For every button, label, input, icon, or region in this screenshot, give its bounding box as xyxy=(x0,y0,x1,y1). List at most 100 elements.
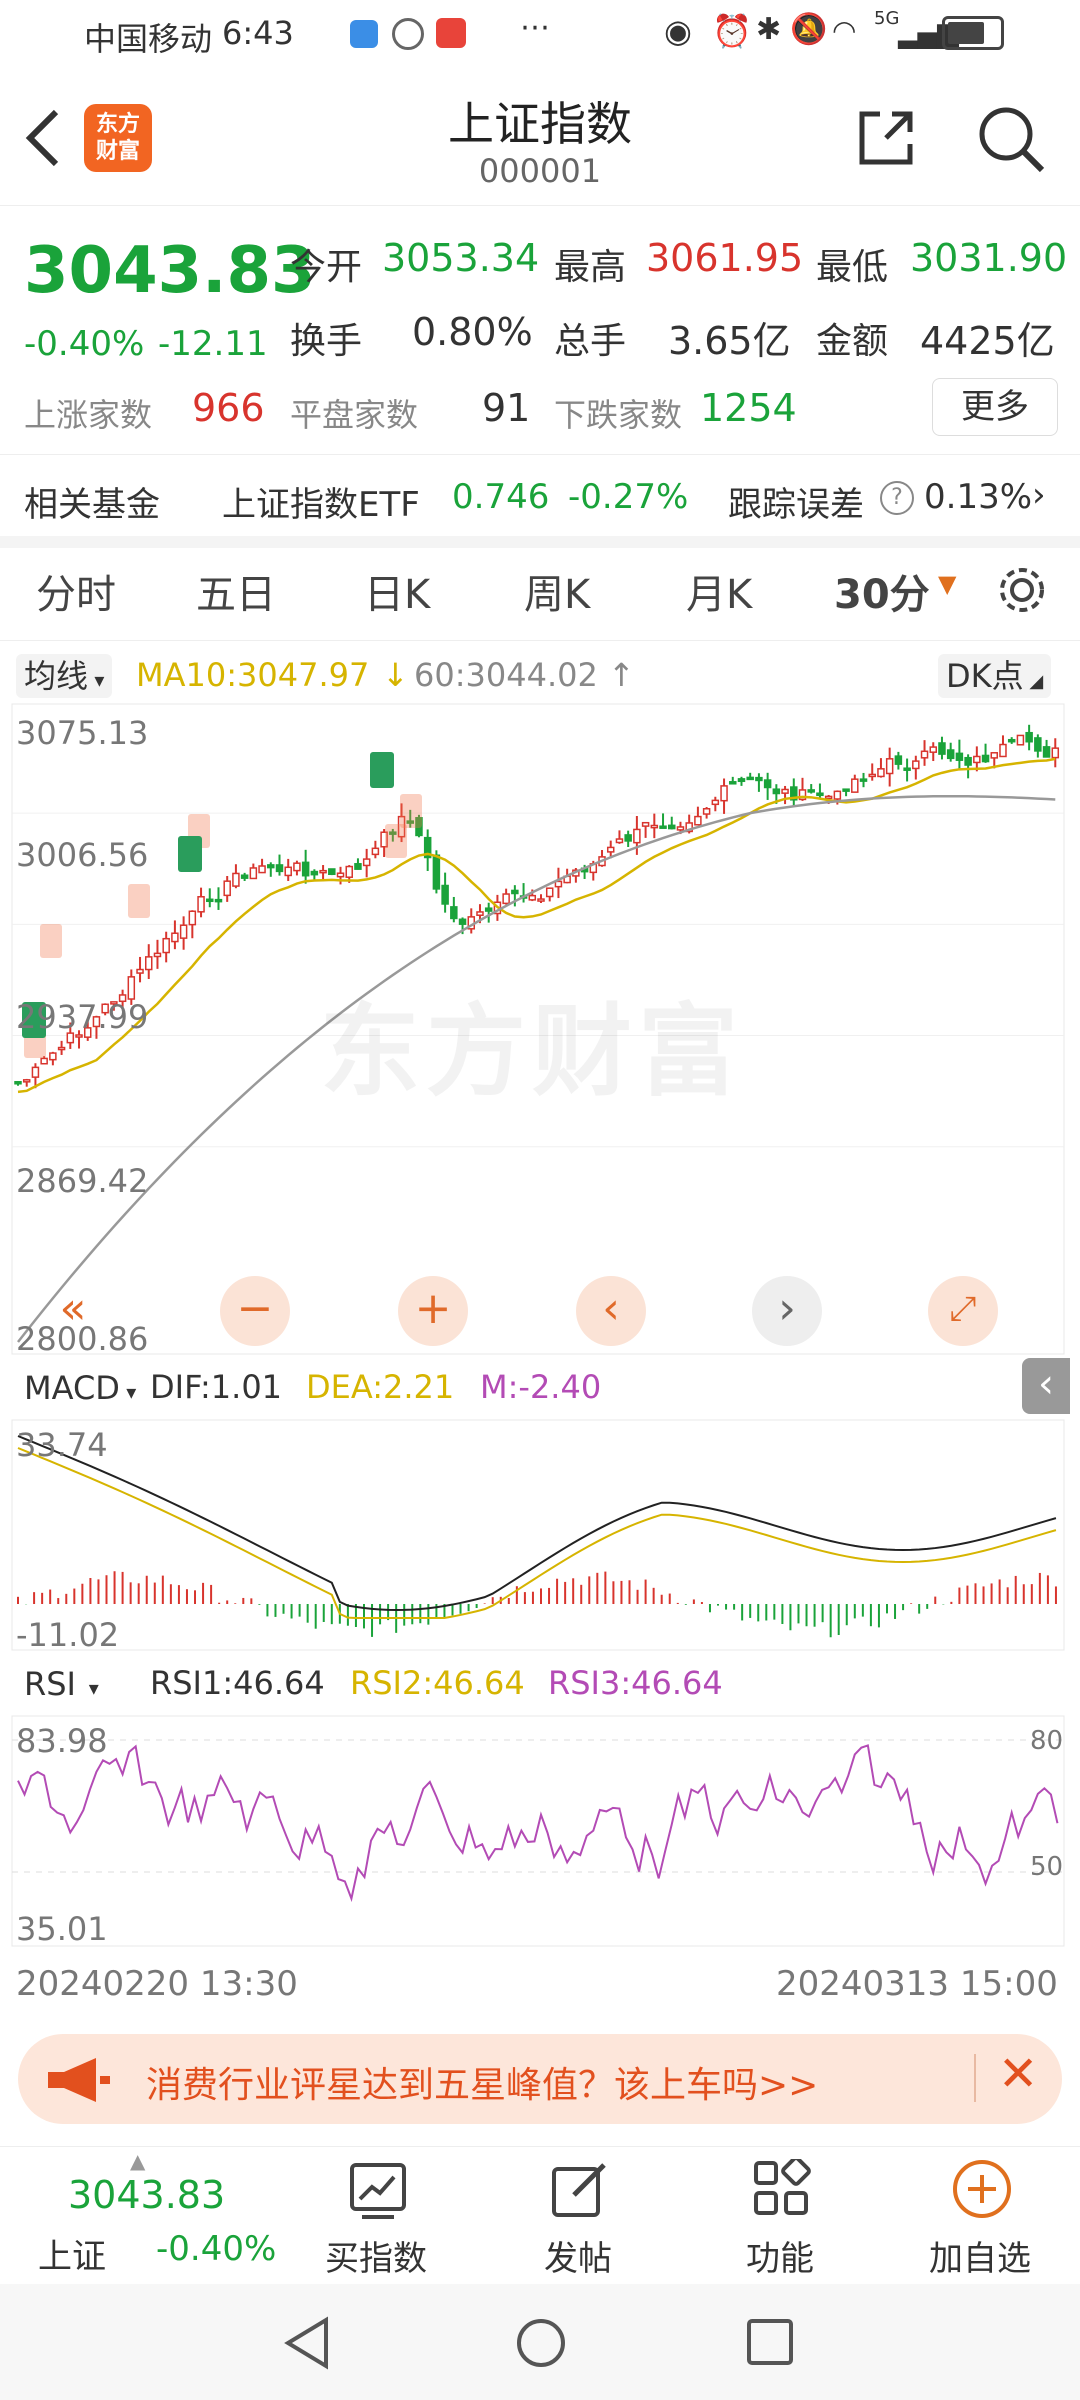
candle-body xyxy=(1016,734,1025,746)
rsi-axis-top: 83.98 xyxy=(16,1722,108,1760)
index-price: 3043.83 xyxy=(68,2173,226,2217)
candle-body xyxy=(946,749,955,760)
close-banner-icon[interactable]: ✕ xyxy=(998,2046,1038,2102)
tab-weekly-k[interactable]: 周K xyxy=(524,562,590,620)
circle-icon xyxy=(392,18,424,50)
candle-body xyxy=(615,838,624,844)
macd-select[interactable]: MACD ▾ xyxy=(16,1366,145,1410)
x-axis-end: 20240313 15:00 xyxy=(776,1964,1058,2004)
add-watchlist-button[interactable]: 加自选 xyxy=(900,2147,1060,2285)
price-axis-label-1: 3075.13 xyxy=(16,714,149,752)
rsi3-legend: RSI3:46.64 xyxy=(548,1664,723,1702)
candle-body xyxy=(711,799,720,806)
price-axis-label-4: 2869.42 xyxy=(16,1162,149,1200)
candle-body xyxy=(781,788,789,794)
candle-body xyxy=(284,866,292,877)
candle-body xyxy=(275,864,284,873)
share-icon[interactable] xyxy=(856,108,916,168)
signal-marker xyxy=(385,824,407,858)
functions-button[interactable]: 功能 xyxy=(700,2147,860,2285)
nav-recents-icon[interactable] xyxy=(744,2316,798,2370)
candle-body xyxy=(650,824,659,829)
candle-body xyxy=(554,880,563,888)
volume-value: 3.65亿 xyxy=(668,319,791,363)
candle-body xyxy=(606,846,615,853)
up-count-label: 上涨家数 xyxy=(24,396,153,434)
tab-daily-k[interactable]: 日K xyxy=(364,562,430,620)
candle-body xyxy=(223,880,231,897)
up-count: 966 xyxy=(192,386,265,430)
cloud-icon xyxy=(350,20,378,48)
rsi-line xyxy=(17,1744,1059,1903)
tab-monthly-k[interactable]: 月K xyxy=(686,562,752,620)
ma10-down-arrow-icon: ↓ xyxy=(382,656,409,694)
side-panel-toggle[interactable]: ‹ xyxy=(1022,1358,1070,1414)
status-bar: 中国移动 6:43 ⋯ ◉ ⏰ ✱ 🔕 ◠ 5G ▂▄▆ xyxy=(0,0,1080,70)
candle-body xyxy=(267,864,275,869)
nav-home-icon[interactable] xyxy=(514,2316,568,2370)
fund-name: 上证指数ETF xyxy=(222,485,420,525)
candle-body xyxy=(868,773,876,778)
bottom-toolbar: ▲ 3043.83 上证 -0.40% 买指数 发帖 功能 加自选 xyxy=(0,2146,1080,2285)
search-icon[interactable] xyxy=(976,104,1046,174)
settings-gear-icon[interactable] xyxy=(994,562,1050,618)
indicator-select[interactable]: 均线 ▾ xyxy=(16,654,113,698)
price-axis-label-2: 3006.56 xyxy=(16,836,149,874)
candle-body xyxy=(659,825,667,829)
candle-body xyxy=(990,752,999,759)
post-button[interactable]: 发帖 xyxy=(498,2147,658,2285)
candle-body xyxy=(537,898,545,902)
banner-text: 消费行业评星达到五星峰值？该上车吗>> xyxy=(146,2065,819,2106)
tab-30min[interactable]: 30分 xyxy=(834,562,930,620)
candle-body xyxy=(240,874,249,879)
candle-body xyxy=(1007,738,1016,743)
down-count: 1254 xyxy=(700,386,797,430)
candle-body xyxy=(694,815,702,826)
candle-body xyxy=(894,755,903,765)
candle-body xyxy=(772,788,781,795)
trend-chart-icon xyxy=(350,2163,406,2219)
candle-body xyxy=(354,863,362,870)
signal-marker-green xyxy=(370,752,394,788)
scroll-to-start-icon[interactable]: « xyxy=(38,1276,108,1346)
network-type: 5G xyxy=(874,8,900,29)
fullscreen-icon[interactable]: ⤢ xyxy=(928,1276,998,1346)
eye-icon: ◉ xyxy=(664,12,692,50)
more-button[interactable]: 更多 xyxy=(932,378,1058,436)
edit-icon xyxy=(552,2163,606,2217)
candle-body xyxy=(206,898,214,903)
candle-body xyxy=(502,893,510,905)
help-icon[interactable]: ? xyxy=(880,481,914,515)
zoom-out-icon[interactable]: − xyxy=(220,1276,290,1346)
candle-body xyxy=(755,776,763,782)
candle-body xyxy=(877,768,885,778)
rsi-select[interactable]: RSI ▾ xyxy=(16,1662,107,1706)
buy-index-button[interactable]: 买指数 xyxy=(296,2147,456,2285)
candle-body xyxy=(641,821,650,827)
scroll-left-icon[interactable]: ‹ xyxy=(576,1276,646,1346)
candle-body xyxy=(14,1081,22,1085)
candle-body xyxy=(851,778,859,793)
macd-axis-bottom: -11.02 xyxy=(16,1616,120,1654)
zoom-in-icon[interactable]: + xyxy=(398,1276,468,1346)
candle-body xyxy=(929,746,937,753)
tab-intraday[interactable]: 分时 xyxy=(36,562,116,620)
signal-marker xyxy=(40,924,62,958)
candle-body xyxy=(746,776,754,781)
candle-body xyxy=(214,898,223,903)
index-summary[interactable]: ▲ 3043.83 上证 -0.40% xyxy=(0,2147,280,2285)
candle-body xyxy=(328,868,336,876)
dk-point-toggle[interactable]: DK点 ◢ xyxy=(938,654,1052,698)
macd-axis-top: 33.74 xyxy=(16,1426,108,1464)
candle-body xyxy=(545,887,554,898)
candle-body xyxy=(145,956,153,971)
nav-back-icon[interactable] xyxy=(282,2316,332,2370)
flat-count-label: 平盘家数 xyxy=(290,396,419,434)
promo-banner[interactable]: 消费行业评星达到五星峰值？该上车吗>> ✕ xyxy=(18,2034,1062,2124)
grid-icon xyxy=(754,2159,811,2215)
related-fund-row[interactable]: 相关基金 上证指数ETF 0.746 -0.27% 跟踪误差 ? 0.13% › xyxy=(0,455,1080,535)
candle-body xyxy=(737,778,746,783)
scroll-right-icon[interactable]: › xyxy=(752,1276,822,1346)
tab-five-day[interactable]: 五日 xyxy=(196,562,276,620)
macd-dif: DIF:1.01 xyxy=(150,1368,283,1406)
